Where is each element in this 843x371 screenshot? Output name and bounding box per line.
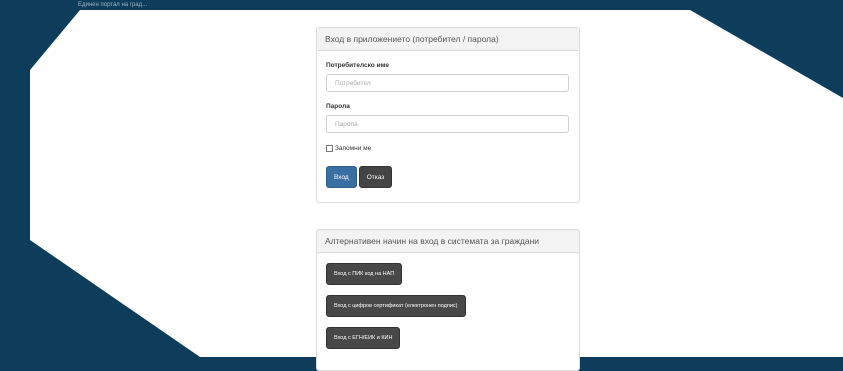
certificate-login-button[interactable]: Вход с цифров сертификат (електронен под… — [326, 295, 466, 317]
username-label: Потребителско име — [326, 62, 389, 69]
login-button[interactable]: Вход — [326, 166, 357, 188]
alt-panel-title: Алтернативен начин на вход в системата з… — [317, 230, 579, 253]
password-input[interactable]: Парола — [326, 115, 569, 133]
login-panel-title: Вход в приложението (потребител / парола… — [317, 28, 579, 51]
login-panel: Вход в приложението (потребител / парола… — [316, 27, 580, 203]
top-text: Единен портал на град... — [78, 2, 148, 8]
remember-checkbox[interactable] — [326, 145, 333, 152]
alt-login-panel: Алтернативен начин на вход в системата з… — [316, 229, 580, 371]
username-input[interactable]: Потребител — [326, 74, 569, 92]
nap-pik-login-button[interactable]: Вход с ПИК код на НАП — [326, 263, 403, 285]
remember-label[interactable]: Запомни ме — [335, 145, 371, 152]
cancel-button[interactable]: Отказ — [358, 166, 393, 188]
top-strip: Единен портал на град... — [0, 0, 843, 10]
egn-kin-login-button[interactable]: Вход с ЕГН/ЕИК и КИН — [326, 327, 401, 349]
password-label: Парола — [326, 103, 350, 110]
